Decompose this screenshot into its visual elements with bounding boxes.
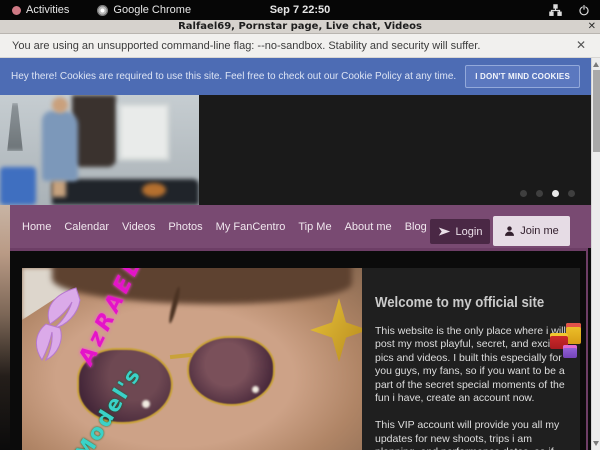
photo-window-shape xyxy=(118,103,170,161)
warning-close-icon[interactable]: ✕ xyxy=(576,38,586,52)
login-label: Login xyxy=(456,226,483,238)
gift-icon xyxy=(566,323,581,344)
scrollbar[interactable] xyxy=(591,58,600,450)
header-photo[interactable] xyxy=(0,95,199,205)
photo-pet-shape xyxy=(142,183,166,197)
lens-glint xyxy=(142,400,150,408)
carousel-dot-2[interactable] xyxy=(536,190,543,197)
carousel-dot-3[interactable] xyxy=(552,190,559,197)
browser-viewport: Hey there! Cookies are required to use t… xyxy=(0,58,591,450)
photo-curtain-shape xyxy=(72,95,116,167)
power-icon xyxy=(578,4,590,16)
desktop-top-bar: Activities Google Chrome Sep 7 22:50 xyxy=(0,0,600,20)
sunglasses-left-lens xyxy=(77,348,173,424)
main-content: AzRAEL Model's Welcome to my official si… xyxy=(10,248,588,450)
photo-hair-shape xyxy=(52,268,352,304)
header-carousel xyxy=(0,95,591,205)
cookie-consent-bar: Hey there! Cookies are required to use t… xyxy=(0,58,591,95)
carousel-dot-4[interactable] xyxy=(568,190,575,197)
gift-icon xyxy=(563,345,577,358)
nav-item-photos[interactable]: Photos xyxy=(168,221,202,233)
photo-furniture-shape xyxy=(0,167,36,205)
nav-item-home[interactable]: Home xyxy=(22,221,51,233)
nav-items: Home Calendar Videos Photos My FanCentro… xyxy=(22,221,427,233)
lens-glint xyxy=(252,386,259,393)
screen: Activities Google Chrome Sep 7 22:50 Ral… xyxy=(0,0,600,450)
flag-warning-message: You are using an unsupported command-lin… xyxy=(12,40,480,52)
gift-widget[interactable] xyxy=(550,323,590,367)
nav-item-calendar[interactable]: Calendar xyxy=(64,221,109,233)
join-me-button[interactable]: Join me xyxy=(493,216,570,246)
window-title-bar[interactable]: Ralfael69, Pornstar page, Live chat, Vid… xyxy=(0,20,600,34)
gold-star-graphic xyxy=(310,298,362,362)
window-close-button[interactable]: ✕ xyxy=(588,21,596,32)
scrollbar-down-arrow[interactable] xyxy=(593,441,599,446)
photo-shirt-shape xyxy=(42,111,78,181)
nav-item-fancentro[interactable]: My FanCentro xyxy=(216,221,286,233)
login-button[interactable]: Login xyxy=(430,219,490,244)
login-arrow-icon xyxy=(438,226,451,237)
welcome-paragraph-1: This website is the only place where i w… xyxy=(375,325,567,405)
nav-item-blog[interactable]: Blog xyxy=(405,221,427,233)
site-navbar: Home Calendar Videos Photos My FanCentro… xyxy=(10,205,591,248)
page-background-sliver xyxy=(0,205,10,450)
photo-couch-shape xyxy=(52,179,199,205)
network-icon xyxy=(549,4,562,17)
carousel-dots xyxy=(520,190,575,197)
scrollbar-thumb[interactable] xyxy=(593,70,600,152)
welcome-paragraph-2: This VIP account will provide you all my… xyxy=(375,419,567,450)
system-tray[interactable] xyxy=(549,0,590,20)
scrollbar-up-arrow[interactable] xyxy=(593,62,599,67)
nav-item-tipme[interactable]: Tip Me xyxy=(298,221,331,233)
carousel-dot-1[interactable] xyxy=(520,190,527,197)
photo-lamp-shape xyxy=(2,103,28,151)
welcome-heading: Welcome to my official site xyxy=(375,294,544,311)
nav-item-aboutme[interactable]: About me xyxy=(345,221,392,233)
profile-photo[interactable]: AzRAEL Model's xyxy=(22,268,362,450)
sunglasses-right-lens xyxy=(187,336,275,406)
window-title: Ralfael69, Pornstar page, Live chat, Vid… xyxy=(178,21,422,32)
person-icon xyxy=(504,225,515,237)
clock[interactable]: Sep 7 22:50 xyxy=(0,4,600,16)
photo-head-shape xyxy=(52,97,68,113)
cookie-accept-button[interactable]: I DON'T MIND COOKIES xyxy=(465,65,580,88)
flag-warning-bar: You are using an unsupported command-lin… xyxy=(0,34,600,58)
join-me-label: Join me xyxy=(520,225,559,237)
nav-item-videos[interactable]: Videos xyxy=(122,221,155,233)
welcome-panel: Welcome to my official site This website… xyxy=(362,268,580,450)
cookie-message: Hey there! Cookies are required to use t… xyxy=(11,71,456,82)
